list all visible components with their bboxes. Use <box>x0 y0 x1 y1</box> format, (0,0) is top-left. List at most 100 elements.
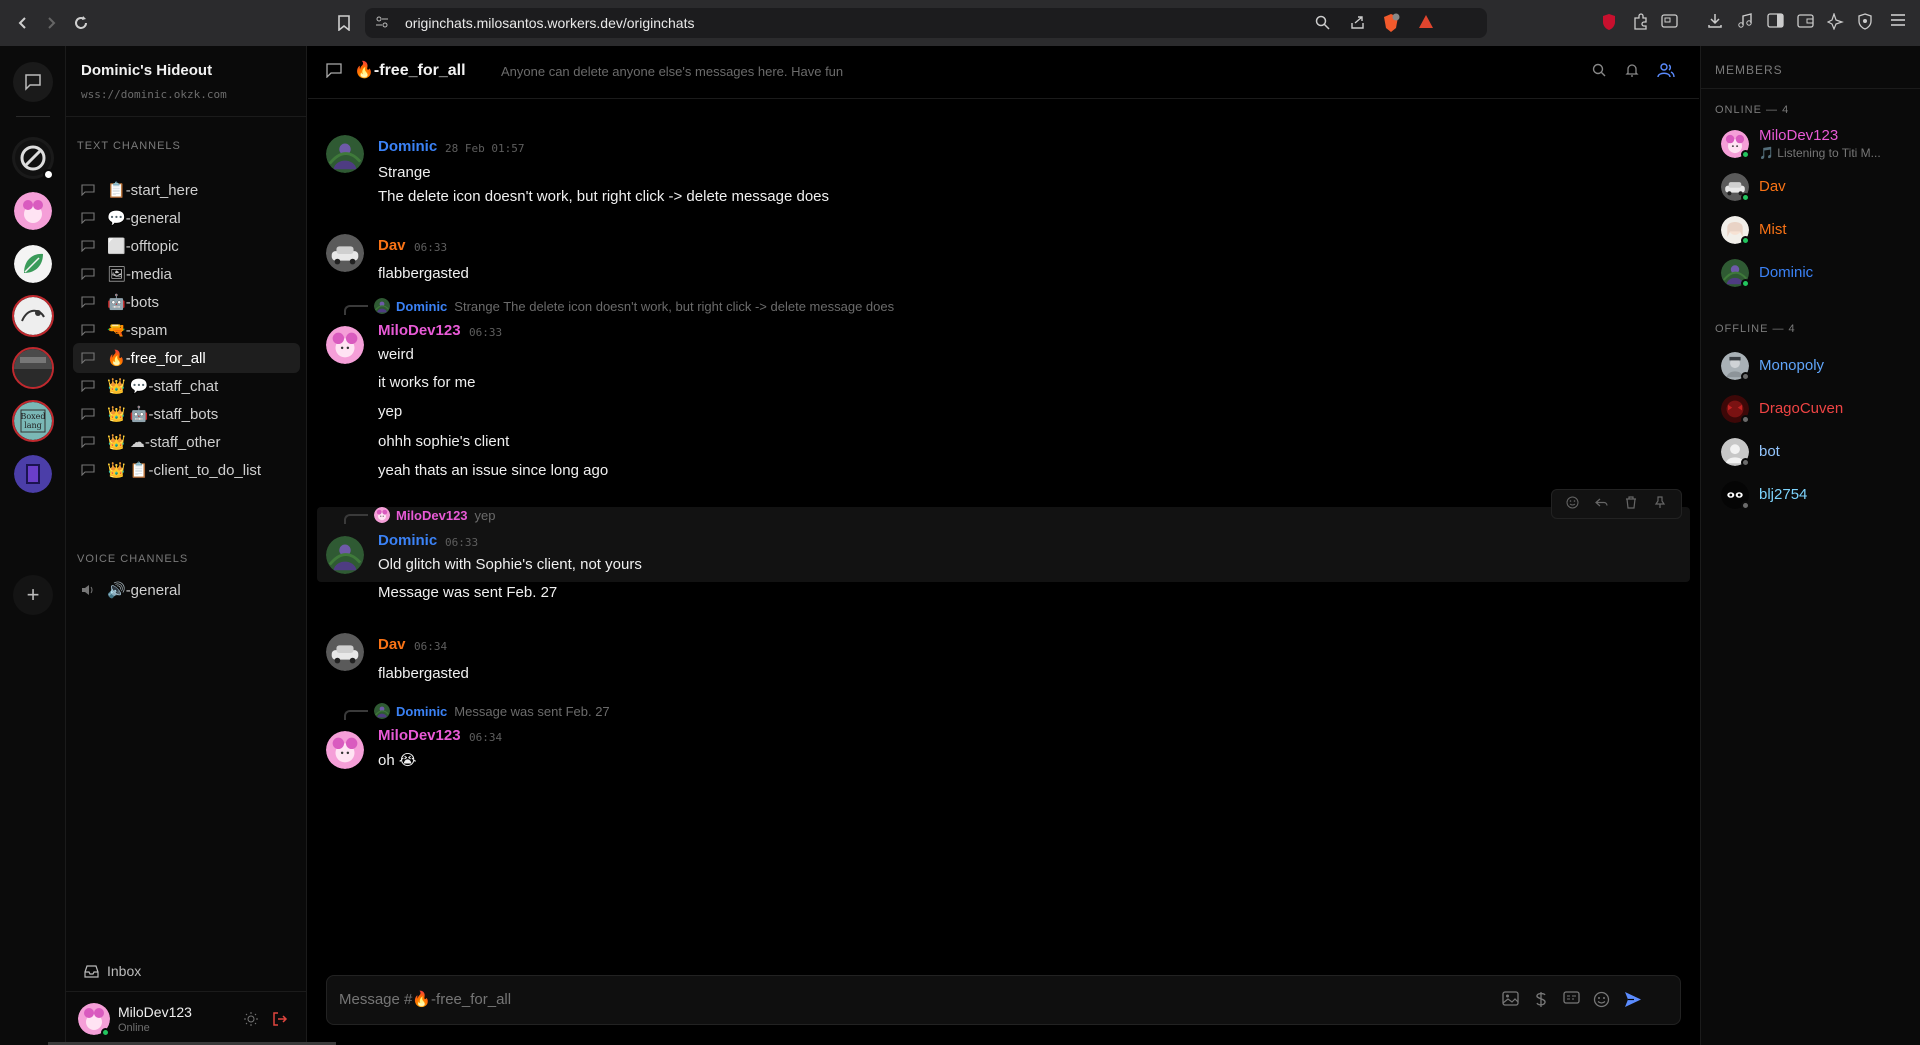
current-username: MiloDev123 <box>118 1004 192 1020</box>
server-pink[interactable] <box>12 190 54 232</box>
emoji-icon[interactable] <box>1593 991 1611 1009</box>
brave-shield-icon[interactable] <box>1382 13 1400 36</box>
voice-channel-item-general[interactable]: 🔊 -general <box>73 575 300 605</box>
reply-preview[interactable]: MiloDev123 yep <box>344 507 496 524</box>
pin-icon[interactable] <box>1652 496 1668 512</box>
reply-icon[interactable] <box>1594 496 1610 512</box>
member-item[interactable]: Monopoly <box>1721 350 1911 382</box>
wallet-icon[interactable] <box>1795 13 1815 33</box>
divider <box>1701 88 1920 89</box>
member-item[interactable]: DragoCuven <box>1721 393 1911 425</box>
add-reaction-icon[interactable] <box>1565 496 1581 512</box>
theme-toggle-icon[interactable] <box>244 1012 258 1030</box>
server-photo[interactable] <box>12 347 54 389</box>
channel-sidebar: Dominic's Hideout wss://dominic.okzk.com… <box>66 46 307 1045</box>
member-item[interactable]: bot <box>1721 436 1911 468</box>
reply-preview[interactable]: Dominic Strange The delete icon doesn't w… <box>344 298 894 315</box>
channel-item-general[interactable]: 💬 -general <box>73 203 300 233</box>
avatar[interactable] <box>326 731 364 769</box>
message-author[interactable]: Dav <box>378 237 406 254</box>
send-icon[interactable] <box>1624 991 1642 1009</box>
channel-item-spam[interactable]: 🔫 -spam <box>73 315 300 345</box>
menu-icon[interactable] <box>1888 13 1908 33</box>
bookmark-icon[interactable] <box>329 8 359 38</box>
direct-messages-button[interactable] <box>13 62 53 102</box>
sidebar-toggle-icon[interactable] <box>1765 13 1785 33</box>
server-leaf[interactable] <box>12 243 54 285</box>
brave-rewards-icon[interactable] <box>1418 14 1434 33</box>
share-icon[interactable] <box>1350 15 1365 33</box>
logout-icon[interactable] <box>272 1011 288 1031</box>
gif-icon[interactable] <box>1563 991 1581 1009</box>
leo-ai-icon[interactable] <box>1825 12 1845 33</box>
notifications-icon[interactable] <box>1624 62 1644 82</box>
channel-label: -general <box>125 581 181 599</box>
avatar[interactable] <box>326 536 364 574</box>
channel-item-staff-chat[interactable]: 👑 💬 -staff_chat <box>73 371 300 401</box>
ublock-icon[interactable] <box>1599 13 1619 33</box>
vpn-icon[interactable] <box>1855 13 1875 33</box>
delete-icon[interactable] <box>1623 496 1639 512</box>
message-actions <box>1551 489 1682 519</box>
tab-icon[interactable] <box>1659 13 1679 33</box>
extensions-icon[interactable] <box>1630 13 1650 33</box>
reply-author[interactable]: MiloDev123 <box>396 508 468 523</box>
message-author[interactable]: Dominic <box>378 532 437 549</box>
channel-item-staff-other[interactable]: 👑 ☁ -staff_other <box>73 427 300 457</box>
search-icon[interactable] <box>1591 62 1611 82</box>
online-status-dot <box>101 1028 110 1037</box>
message-author[interactable]: Dominic <box>378 138 437 155</box>
member-item[interactable]: blj2754 <box>1721 479 1911 511</box>
online-status-dot <box>1741 193 1750 202</box>
download-icon[interactable] <box>1705 13 1725 33</box>
message-text: yep <box>378 403 403 420</box>
avatar[interactable] <box>326 135 364 173</box>
message-author[interactable]: MiloDev123 <box>378 322 461 339</box>
channel-item-staff-bots[interactable]: 👑 🤖 -staff_bots <box>73 399 300 429</box>
back-icon[interactable] <box>8 8 38 38</box>
site-settings-icon[interactable] <box>375 15 389 32</box>
zoom-icon[interactable] <box>1315 15 1330 33</box>
avatar[interactable] <box>326 633 364 671</box>
avatar[interactable] <box>326 234 364 272</box>
channel-label: -free_for_all <box>125 349 206 367</box>
member-item[interactable]: Dominic <box>1721 257 1911 289</box>
inbox-label: Inbox <box>107 963 142 979</box>
member-item[interactable]: MiloDev123 🎵 Listening to Titi M... <box>1721 127 1911 160</box>
reply-author[interactable]: Dominic <box>396 704 447 719</box>
message-author[interactable]: MiloDev123 <box>378 727 461 744</box>
reply-preview[interactable]: Dominic Message was sent Feb. 27 <box>344 703 610 720</box>
channel-item-media[interactable]: 🖼 -media <box>73 259 300 289</box>
members-toggle-icon[interactable] <box>1657 62 1677 82</box>
message-composer <box>326 975 1681 1025</box>
channel-item-start-here[interactable]: 📋 -start_here <box>73 175 300 205</box>
unread-indicator <box>43 169 54 180</box>
offline-status-dot <box>1741 501 1750 510</box>
server-purple[interactable] <box>12 453 54 495</box>
server-sketch[interactable] <box>12 295 54 337</box>
dollar-icon[interactable] <box>1535 991 1553 1009</box>
server-boxedlang[interactable]: Boxed lang <box>12 400 54 442</box>
channel-label: -client_to_do_list <box>148 461 262 479</box>
message-author[interactable]: Dav <box>378 636 406 653</box>
forward-icon[interactable] <box>36 8 66 38</box>
address-bar[interactable]: originchats.milosantos.workers.dev/origi… <box>365 8 1487 38</box>
inbox-button[interactable]: Inbox <box>84 963 141 979</box>
attach-image-icon[interactable] <box>1502 991 1520 1009</box>
reply-author[interactable]: Dominic <box>396 299 447 314</box>
music-icon[interactable] <box>1735 13 1755 33</box>
channel-item-bots[interactable]: 🤖 -bots <box>73 287 300 317</box>
channel-item-offtopic[interactable]: ⬜ -offtopic <box>73 231 300 261</box>
member-item[interactable]: Mist <box>1721 214 1911 246</box>
reload-icon[interactable] <box>66 8 96 38</box>
avatar[interactable] <box>326 326 364 364</box>
add-server-button[interactable]: + <box>13 575 53 615</box>
channel-label: -start_here <box>125 181 199 199</box>
member-name: Mist <box>1759 221 1787 238</box>
message-text: oh 😭 <box>378 752 417 769</box>
server-title[interactable]: Dominic's Hideout <box>81 62 212 79</box>
channel-item-client-to-do-list[interactable]: 👑 📋 -client_to_do_list <box>73 455 300 485</box>
member-item[interactable]: Dav <box>1721 171 1911 203</box>
channel-item-free-for-all[interactable]: 🔥 -free_for_all <box>73 343 300 373</box>
message-input[interactable] <box>339 976 1439 1024</box>
